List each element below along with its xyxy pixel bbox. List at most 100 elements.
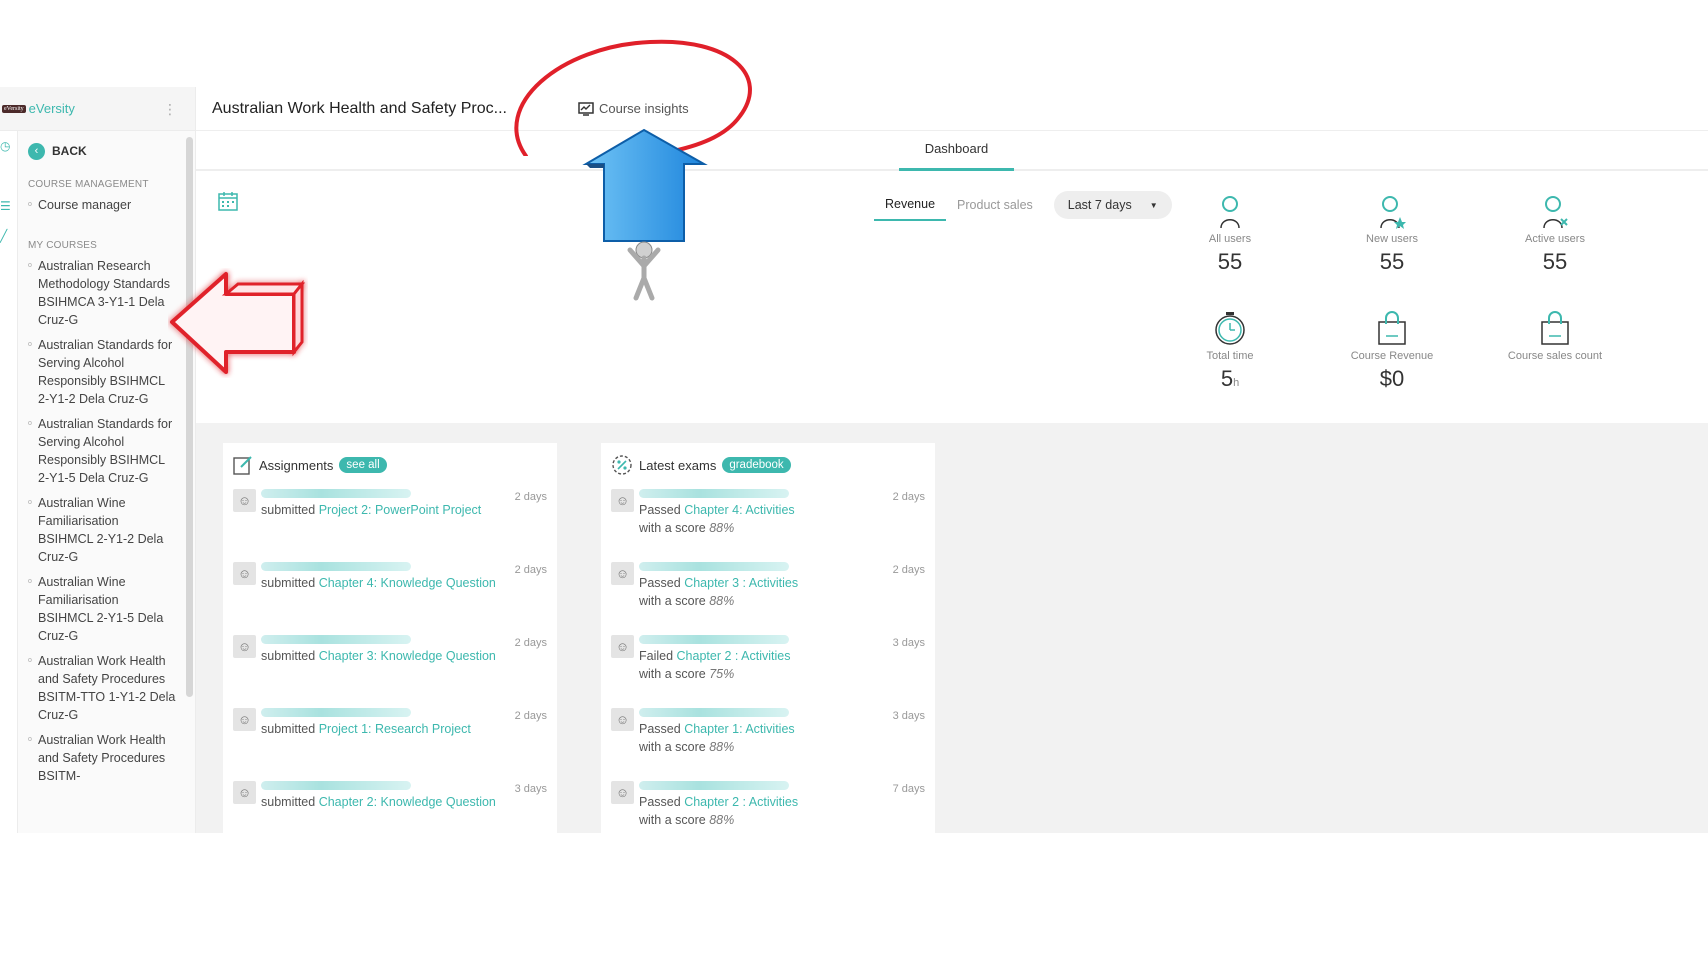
sidebar-course-item[interactable]: Australian Work Health and Safety Proced… xyxy=(28,652,176,724)
assignment-link[interactable]: Project 2: PowerPoint Project xyxy=(319,503,482,517)
score-prefix: with a score xyxy=(639,740,706,754)
assignment-link[interactable]: Chapter 3: Knowledge Question xyxy=(319,649,496,663)
sidebar-course-item[interactable]: Australian Research Methodology Standard… xyxy=(28,257,176,329)
brand-name[interactable]: eVersity xyxy=(29,101,75,116)
list-icon[interactable]: ☰ xyxy=(0,199,14,213)
activity-verb: submitted xyxy=(261,576,316,590)
timestamp: 2 days xyxy=(514,637,547,649)
sidebar-scrollbar[interactable] xyxy=(186,137,193,697)
insights-chart-icon xyxy=(578,101,594,116)
assignment-link[interactable]: Project 1: Research Project xyxy=(319,722,471,736)
score-value: 88% xyxy=(709,740,735,754)
sidebar-course-item[interactable]: Australian Work Health and Safety Proced… xyxy=(28,731,176,785)
chart-icon[interactable]: ╱ xyxy=(0,229,14,243)
timestamp: 7 days xyxy=(892,783,925,795)
clock-icon[interactable]: ◷ xyxy=(0,139,14,153)
timestamp: 2 days xyxy=(514,564,547,576)
activity-area: Assignments see all ☺ 2 days submitted P… xyxy=(196,423,1708,833)
timestamp: 2 days xyxy=(514,491,547,503)
total-time-number: 5 xyxy=(1220,366,1234,391)
score-value: 88% xyxy=(709,813,735,827)
activity-verb: submitted xyxy=(261,722,316,736)
avatar: ☺ xyxy=(611,562,634,585)
activity-text: Passed Chapter 1: Activities with a score… xyxy=(639,720,925,756)
activity-text: Passed Chapter 4: Activities with a score… xyxy=(639,501,925,537)
total-time-unit: h xyxy=(1233,377,1240,389)
icon-rail: ◷ ☰ ╱ xyxy=(0,131,18,833)
assignment-item: ☺ 3 days submitted Chapter 2: Knowledge … xyxy=(233,781,547,833)
back-button[interactable]: ‹ BACK xyxy=(28,141,176,161)
sidebar-nav: ‹ BACK COURSE MANAGEMENT Course manager … xyxy=(18,131,186,833)
assignment-item: ☺ 2 days submitted Chapter 4: Knowledge … xyxy=(233,562,547,629)
back-label: BACK xyxy=(52,144,87,158)
score-prefix: with a score xyxy=(639,813,706,827)
exam-link[interactable]: Chapter 2 : Activities xyxy=(684,795,798,809)
activity-text: submitted Chapter 4: Knowledge Question xyxy=(261,574,547,592)
exams-header: Latest exams gradebook xyxy=(611,455,925,475)
assignments-header: Assignments see all xyxy=(233,455,547,475)
redacted-name xyxy=(639,781,789,790)
calendar-icon[interactable] xyxy=(218,191,238,211)
activity-verb: Failed xyxy=(639,649,674,663)
new-user-icon xyxy=(1322,191,1462,229)
assignment-item: ☺ 2 days submitted Chapter 3: Knowledge … xyxy=(233,635,547,702)
assignment-item: ☺ 2 days submitted Project 2: PowerPoint… xyxy=(233,489,547,556)
avatar: ☺ xyxy=(233,708,256,731)
avatar: ☺ xyxy=(233,562,256,585)
exam-link[interactable]: Chapter 2 : Activities xyxy=(677,649,791,663)
timestamp: 2 days xyxy=(514,710,547,722)
activity-verb: Passed xyxy=(639,576,681,590)
stat-course-revenue: Course Revenue $0 xyxy=(1322,308,1462,392)
activity-verb: Passed xyxy=(639,503,681,517)
exam-item: ☺ 2 days Passed Chapter 4: Activities wit… xyxy=(611,489,925,556)
sidebar-course-item[interactable]: Australian Wine Familiarisation BSIHMCL … xyxy=(28,573,176,645)
stat-value: 55 xyxy=(1217,249,1243,274)
card-title: Assignments xyxy=(259,457,334,473)
activity-text: Passed Chapter 3 : Activities with a scor… xyxy=(639,574,925,610)
percent-badge-icon xyxy=(612,455,632,475)
active-user-icon xyxy=(1485,191,1625,229)
main-area: Australian Work Health and Safety Proc..… xyxy=(196,87,1708,833)
stat-label: Active users xyxy=(1525,233,1585,245)
date-range-dropdown[interactable]: Last 7 days ▼ xyxy=(1053,191,1172,219)
stat-label: Course Revenue xyxy=(1350,350,1434,362)
stat-new-users: New users 55 xyxy=(1322,191,1462,275)
stat-total-time: Total time 5h xyxy=(1160,308,1300,392)
stat-active-users: Active users 55 xyxy=(1485,191,1625,275)
activity-text: submitted Chapter 2: Knowledge Question xyxy=(261,793,547,811)
tab-dashboard[interactable]: Dashboard xyxy=(899,131,1014,171)
gradebook-button[interactable]: gradebook xyxy=(722,457,791,473)
exam-link[interactable]: Chapter 4: Activities xyxy=(684,503,794,517)
section-label-my-courses: MY COURSES xyxy=(28,240,98,251)
stat-value: 55 xyxy=(1542,249,1568,274)
course-insights-button[interactable]: Course insights xyxy=(578,101,689,116)
tab-revenue[interactable]: Revenue xyxy=(874,189,947,221)
page-title: Australian Work Health and Safety Proc..… xyxy=(212,99,507,117)
score-prefix: with a score xyxy=(639,594,706,608)
exam-link[interactable]: Chapter 1: Activities xyxy=(684,722,794,736)
stat-label: All users xyxy=(1208,233,1252,245)
sidebar-course-item[interactable]: Australian Standards for Serving Alcohol… xyxy=(28,336,176,408)
stat-value: 5h xyxy=(1160,366,1300,392)
activity-text: Passed Chapter 2 : Activities with a scor… xyxy=(639,793,925,829)
edit-icon xyxy=(233,456,252,475)
sidebar-course-item[interactable]: Australian Standards for Serving Alcohol… xyxy=(28,415,176,487)
see-all-button[interactable]: see all xyxy=(339,457,387,473)
assignment-link[interactable]: Chapter 2: Knowledge Question xyxy=(319,795,496,809)
user-icon xyxy=(1160,191,1300,229)
section-label-course-management: COURSE MANAGEMENT xyxy=(28,179,149,190)
sidebar-item-course-manager[interactable]: Course manager xyxy=(28,196,176,214)
tab-product-sales[interactable]: Product sales xyxy=(946,190,1044,220)
avatar: ☺ xyxy=(233,781,256,804)
score-value: 88% xyxy=(709,521,735,535)
activity-verb: Passed xyxy=(639,795,681,809)
assignment-link[interactable]: Chapter 4: Knowledge Question xyxy=(319,576,496,590)
dashboard-panel: Revenue Product sales Last 7 days ▼ All … xyxy=(196,171,1708,421)
exam-link[interactable]: Chapter 3 : Activities xyxy=(684,576,798,590)
sidebar-course-item[interactable]: Australian Wine Familiarisation BSIHMCL … xyxy=(28,494,176,566)
timestamp: 2 days xyxy=(892,491,925,503)
stat-label: New users xyxy=(1366,233,1418,245)
assignments-card: Assignments see all ☺ 2 days submitted P… xyxy=(223,443,557,833)
timestamp: 3 days xyxy=(892,710,925,722)
kebab-menu-icon[interactable]: ⋮ xyxy=(163,99,177,119)
